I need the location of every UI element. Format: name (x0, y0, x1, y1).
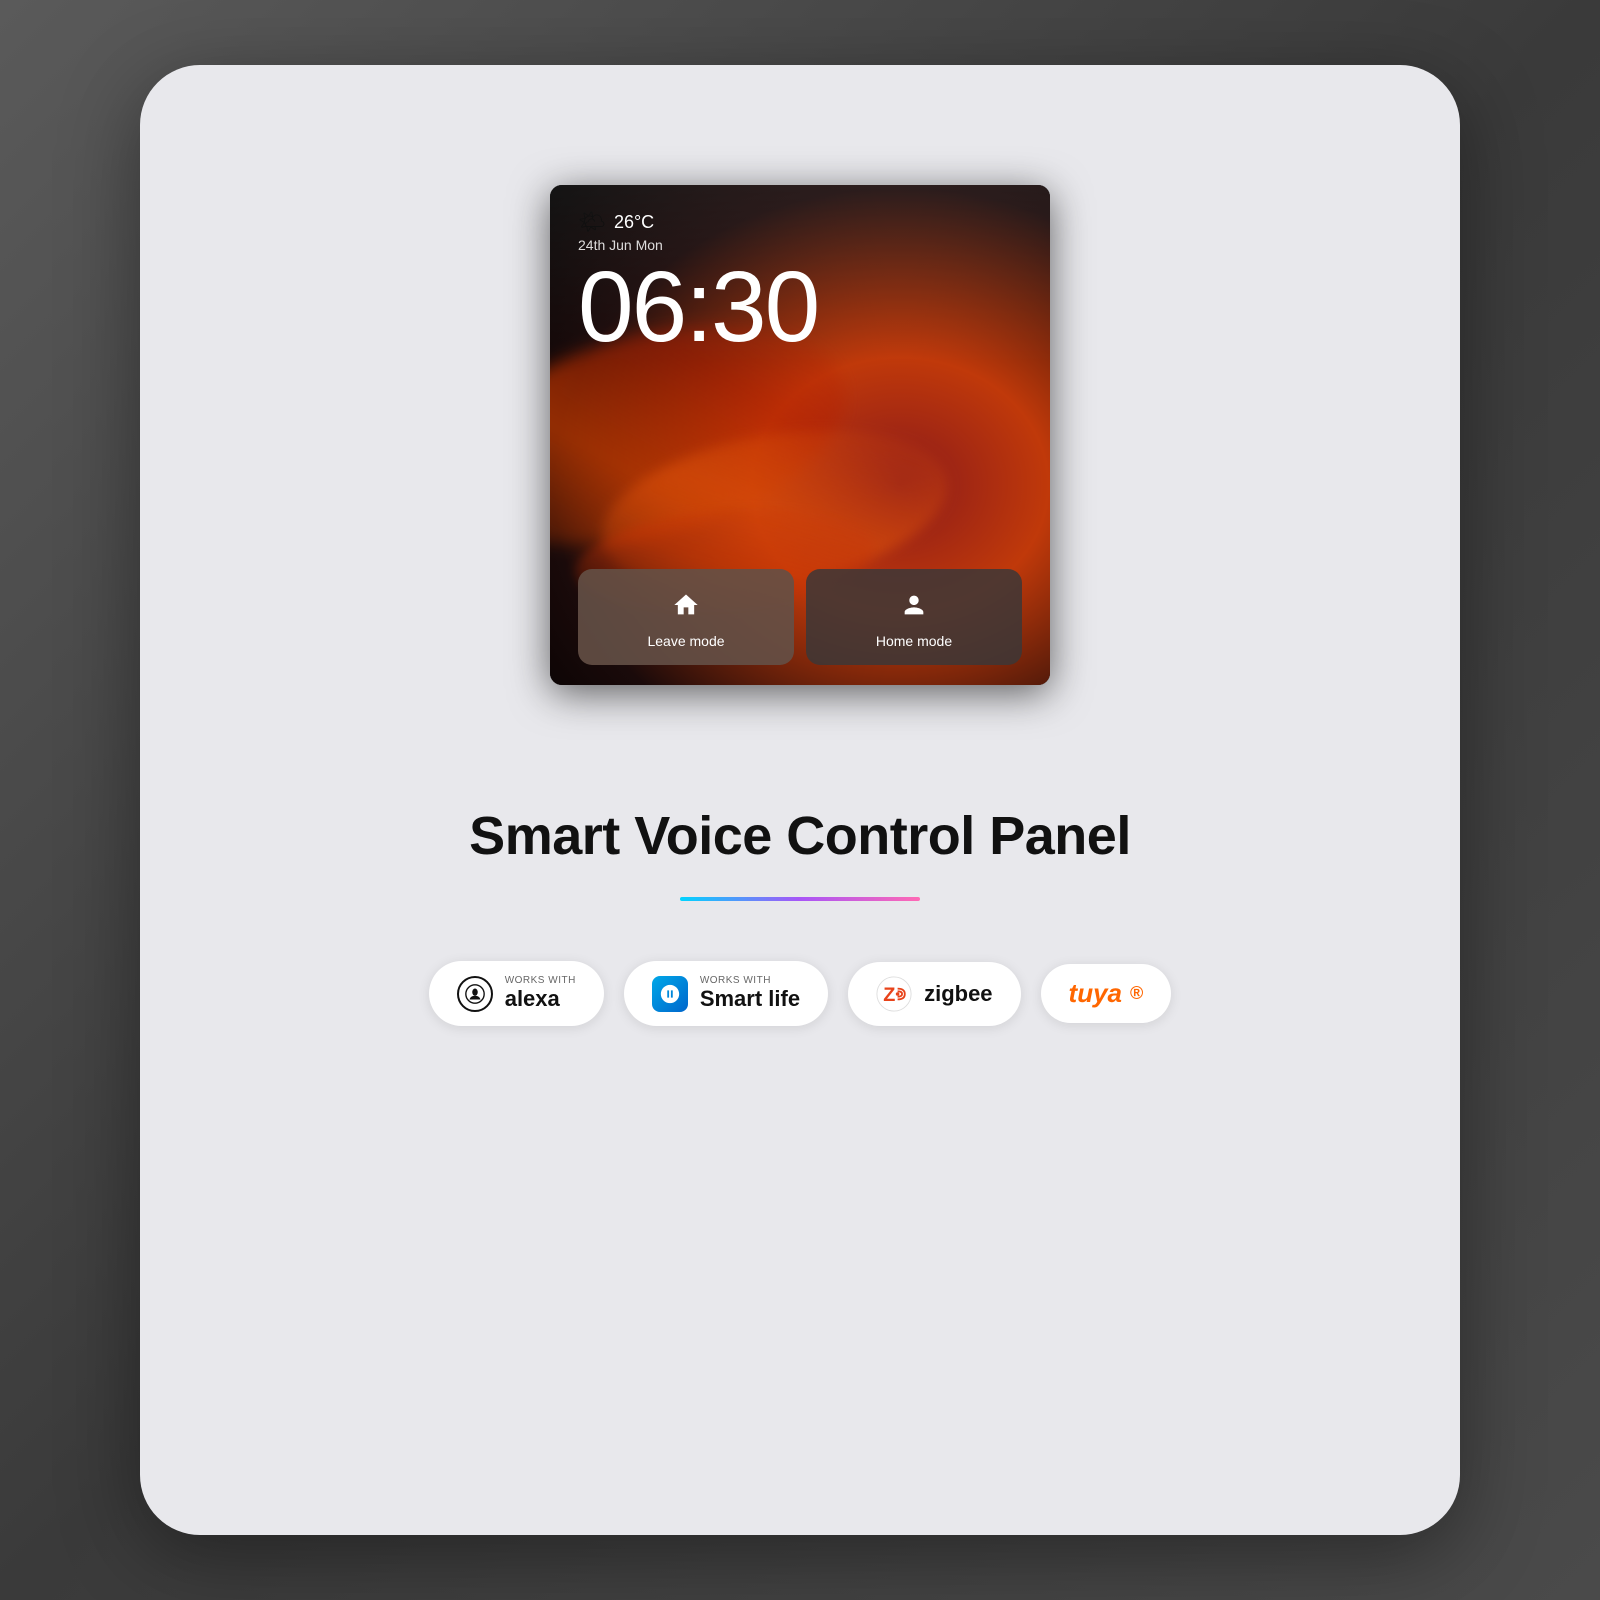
home-mode-button[interactable]: Home mode (806, 569, 1022, 665)
device-container: 🌤 26°C 24th Jun Mon 06:30 Leave mode (550, 185, 1050, 745)
alexa-icon (457, 976, 493, 1012)
weather-row: 🌤 26°C (578, 209, 1022, 235)
divider-line (680, 897, 920, 901)
zigbee-icon: Z (876, 976, 912, 1012)
zigbee-badge: Z zigbee (848, 962, 1020, 1026)
tuya-superscript: ® (1130, 983, 1143, 1004)
clock-time: 06:30 (578, 257, 1022, 357)
product-card: 🌤 26°C 24th Jun Mon 06:30 Leave mode (140, 65, 1460, 1535)
weather-temperature: 26°C (614, 212, 654, 233)
leave-mode-icon (668, 587, 704, 623)
product-title: Smart Voice Control Panel (469, 805, 1131, 867)
home-mode-icon (896, 587, 932, 623)
alexa-works-with: WORKS WITH (505, 975, 576, 986)
screen-content: 🌤 26°C 24th Jun Mon 06:30 Leave mode (550, 185, 1050, 685)
alexa-text-group: WORKS WITH alexa (505, 975, 576, 1012)
leave-mode-label: Leave mode (647, 633, 724, 649)
mode-buttons: Leave mode Home mode (578, 569, 1022, 665)
smart-life-icon (652, 976, 688, 1012)
svg-text:Z: Z (883, 984, 895, 1006)
leave-mode-button[interactable]: Leave mode (578, 569, 794, 665)
zigbee-brand-label: zigbee (924, 981, 992, 1007)
smart-life-brand-label: Smart life (700, 986, 800, 1012)
badge-row: WORKS WITH alexa WORKS WITH Smart life (429, 961, 1172, 1026)
smart-life-badge: WORKS WITH Smart life (624, 961, 828, 1026)
alexa-badge: WORKS WITH alexa (429, 961, 604, 1026)
home-mode-label: Home mode (876, 633, 952, 649)
device-screen: 🌤 26°C 24th Jun Mon 06:30 Leave mode (550, 185, 1050, 685)
smart-life-works-with: WORKS WITH (700, 975, 800, 986)
tuya-brand-label: tuya (1069, 978, 1122, 1009)
weather-icon: 🌤 (578, 209, 606, 235)
alexa-brand-label: alexa (505, 986, 576, 1012)
smart-life-text-group: WORKS WITH Smart life (700, 975, 800, 1012)
tuya-badge: tuya ® (1041, 964, 1172, 1023)
